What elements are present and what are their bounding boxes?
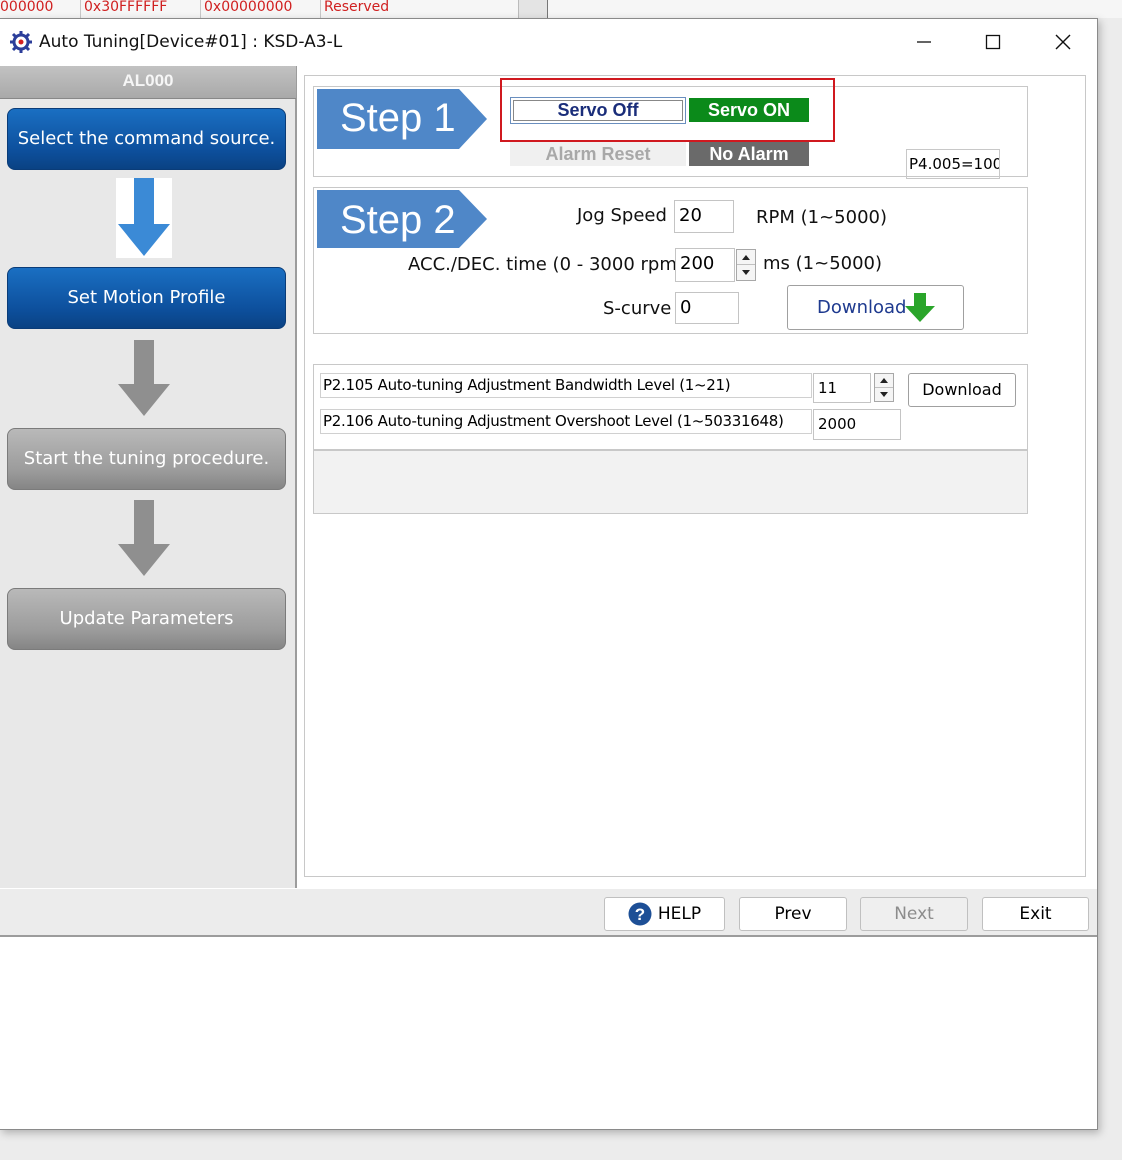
maximize-icon [985, 34, 1001, 50]
step-update-parameters[interactable]: Update Parameters [7, 588, 286, 650]
help-button[interactable]: ? HELP [604, 897, 725, 931]
s-curve-label: S-curve [603, 298, 672, 319]
prev-button[interactable]: Prev [739, 897, 847, 931]
spin-up-icon[interactable] [875, 374, 893, 388]
close-icon [1055, 34, 1071, 50]
step2-label: Step 2 [340, 198, 456, 242]
alarm-reset-button[interactable]: Alarm Reset [510, 142, 686, 166]
gear-icon [10, 31, 32, 53]
arrow-down-icon [118, 340, 170, 416]
spin-down-icon[interactable] [737, 265, 755, 280]
close-button[interactable] [1031, 19, 1095, 65]
jog-speed-input[interactable]: 20 [674, 200, 734, 233]
params-panel: P2.105 Auto-tuning Adjustment Bandwidth … [313, 364, 1028, 450]
background-cell: 0x30FFFFFF [80, 0, 200, 18]
download-motion-button[interactable]: Download [787, 285, 964, 330]
overshoot-level-input[interactable]: 2000 [813, 409, 901, 440]
auto-tuning-window: Auto Tuning[Device#01] : KSD-A3-L AL000 … [0, 18, 1098, 1130]
s-curve-input[interactable]: 0 [675, 292, 739, 324]
alarm-status-indicator: No Alarm [689, 142, 809, 166]
wizard-content: Step 1 Servo Off Servo ON Alarm Reset No… [304, 75, 1086, 877]
step-select-command-source[interactable]: Select the command source. [7, 108, 286, 170]
acc-dec-unit: ms (1~5000) [763, 253, 883, 274]
download-label: Download [817, 297, 907, 318]
spin-down-icon[interactable] [875, 388, 893, 402]
step1-panel: Step 1 Servo Off Servo ON Alarm Reset No… [313, 86, 1028, 179]
exit-button[interactable]: Exit [982, 897, 1089, 931]
jog-speed-unit: RPM (1~5000) [756, 207, 888, 228]
step1-label: Step 1 [340, 96, 456, 140]
download-params-button[interactable]: Download [908, 373, 1016, 407]
status-panel [313, 450, 1028, 514]
arrow-down-icon [116, 178, 172, 258]
minimize-icon [917, 41, 931, 43]
spin-up-icon[interactable] [737, 250, 755, 265]
wizard-sidebar: AL000 Select the command source. Set Mot… [0, 66, 297, 888]
param-row-label: P2.106 Auto-tuning Adjustment Overshoot … [320, 409, 812, 434]
help-icon: ? [628, 902, 652, 926]
footer-bar: ? HELP Prev Next Exit [0, 889, 1097, 937]
servo-off-button[interactable]: Servo Off [510, 97, 686, 124]
svg-text:?: ? [635, 905, 645, 924]
download-arrow-icon [905, 293, 935, 322]
param-readout: P4.005=100 [906, 149, 1000, 179]
alarm-code-header: AL000 [0, 66, 296, 99]
bandwidth-level-input[interactable]: 11 [813, 373, 871, 403]
acc-dec-spinner[interactable] [736, 249, 756, 281]
minimize-button[interactable] [892, 19, 956, 65]
step2-panel: Step 2 Jog Speed 20 RPM (1~5000) ACC./DE… [313, 187, 1028, 334]
step-start-tuning[interactable]: Start the tuning procedure. [7, 428, 286, 490]
step-set-motion-profile[interactable]: Set Motion Profile [7, 267, 286, 329]
servo-on-indicator: Servo ON [689, 98, 809, 122]
jog-speed-label: Jog Speed [577, 205, 667, 226]
bandwidth-level-spinner[interactable] [874, 373, 894, 402]
background-cell: 0x00000000 [200, 0, 320, 18]
background-cell: 000000 [0, 0, 80, 18]
window-title: Auto Tuning[Device#01] : KSD-A3-L [39, 32, 343, 52]
acc-dec-input[interactable]: 200 [675, 248, 735, 282]
background-cell: Reserved [320, 0, 518, 18]
help-label: HELP [657, 904, 702, 924]
maximize-button[interactable] [961, 19, 1025, 65]
acc-dec-label: ACC./DEC. time (0 - 3000 rpm) [408, 254, 684, 275]
title-bar: Auto Tuning[Device#01] : KSD-A3-L [0, 19, 1097, 65]
background-scroll-area [518, 0, 548, 18]
background-app-strip: 000000 0x30FFFFFF 0x00000000 Reserved [0, 0, 1122, 18]
param-row-label: P2.105 Auto-tuning Adjustment Bandwidth … [320, 373, 812, 398]
next-button[interactable]: Next [860, 897, 968, 931]
arrow-down-icon [118, 500, 170, 576]
